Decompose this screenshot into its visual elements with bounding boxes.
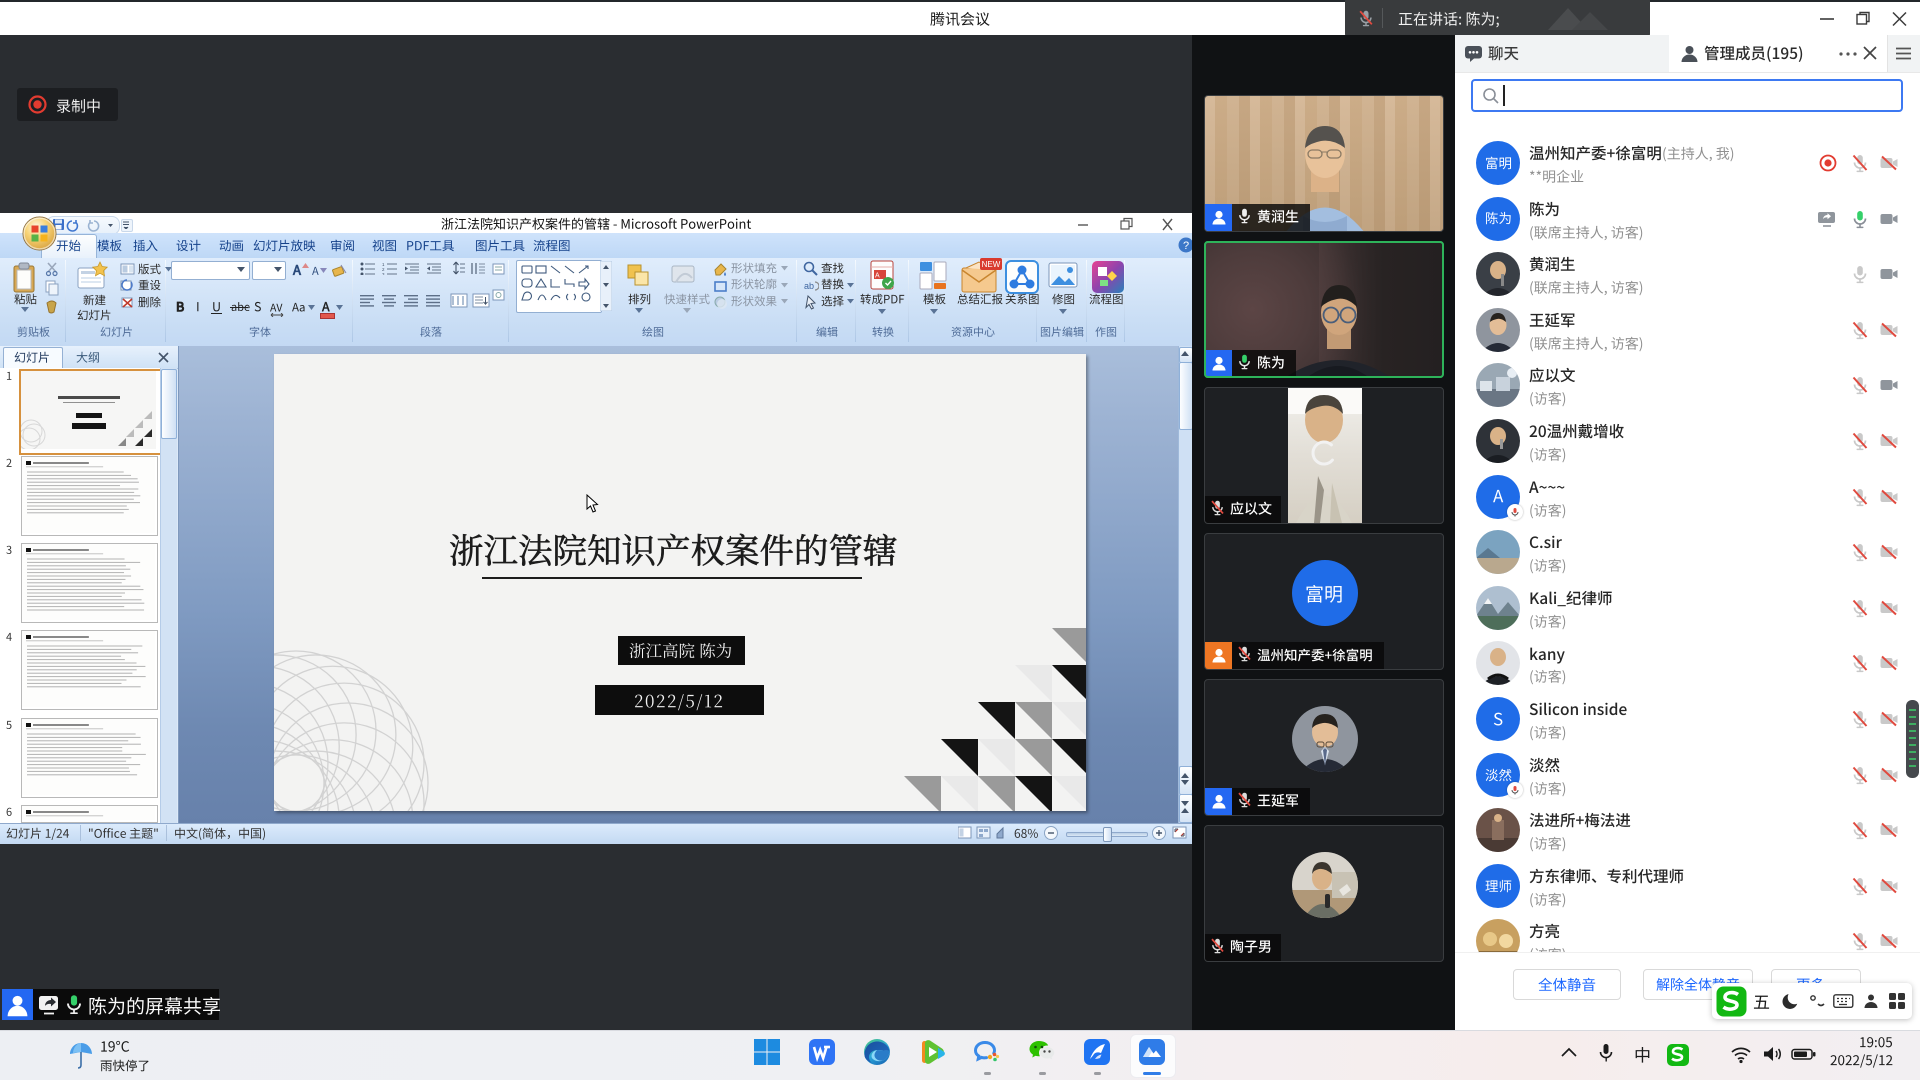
svg-text:3: 3 [382,272,385,275]
svg-text:ab: ab [804,281,814,291]
svg-text:?: ? [1183,240,1189,252]
svg-text:A: A [875,273,880,280]
svg-text:NEW: NEW [982,260,1001,269]
